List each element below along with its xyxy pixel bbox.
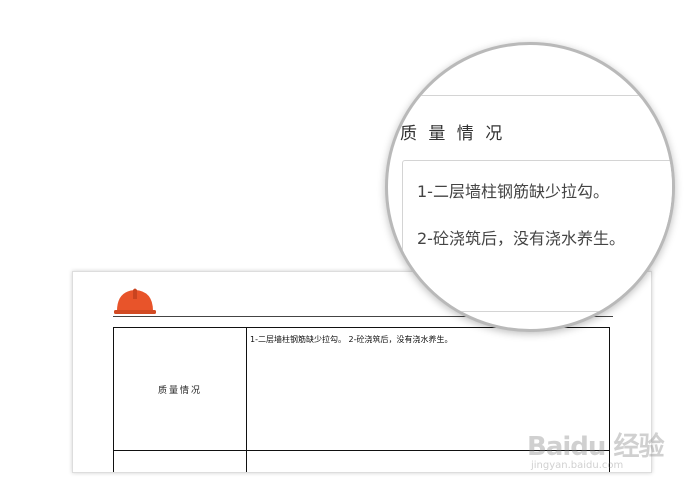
- quality-content-cell: 1-二层墙柱钢筋缺少拉勾。 2-砼浇筑后，没有浇水养生。: [250, 335, 453, 344]
- zoom-rule: [402, 95, 672, 96]
- hard-hat-icon: [114, 288, 156, 314]
- watermark-logo-text: Baidu 经验: [527, 432, 664, 462]
- zoom-content-box: 1-二层墙柱钢筋缺少拉勾。 2-砼浇筑后，没有浇水养生。: [402, 160, 672, 312]
- quality-label-cell: 质量情况: [157, 385, 202, 396]
- baidu-watermark: Baidu 经验 jingyan.baidu.com: [527, 418, 664, 478]
- watermark-url: jingyan.baidu.com: [531, 460, 624, 471]
- zoom-line-2: 2-砼浇筑后，没有浇水养生。: [417, 229, 625, 248]
- magnifier-zoom: 质 量 情 况 1-二层墙柱钢筋缺少拉勾。 2-砼浇筑后，没有浇水养生。: [385, 42, 675, 332]
- zoom-label: 质 量 情 况: [400, 124, 506, 144]
- zoom-line-1: 1-二层墙柱钢筋缺少拉勾。: [417, 182, 609, 201]
- column-divider: [246, 328, 247, 472]
